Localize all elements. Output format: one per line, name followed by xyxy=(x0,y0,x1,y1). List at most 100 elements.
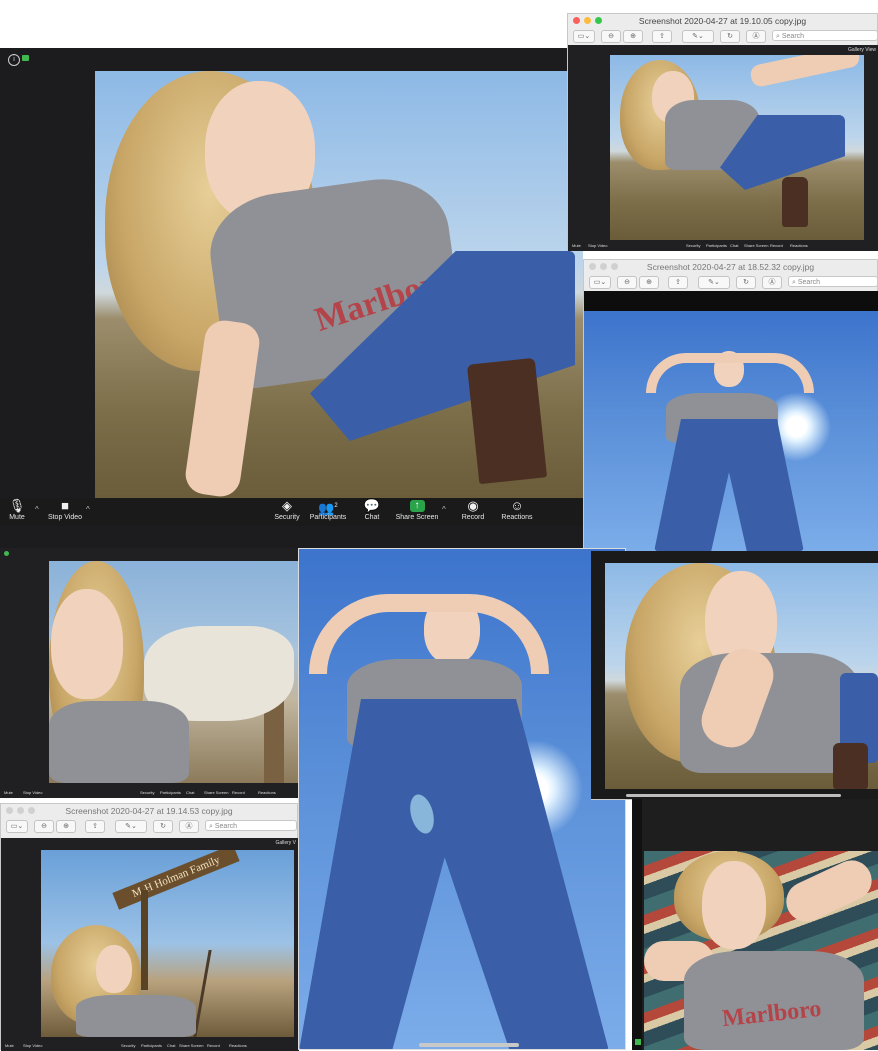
sign-post xyxy=(141,890,148,990)
mute-button[interactable]: 🎙 Mute xyxy=(6,498,28,521)
participants-button[interactable]: Participants xyxy=(160,790,181,795)
zoom-in-button[interactable]: ⊕ xyxy=(623,30,643,43)
zoom-window-skull: Mute Stop Video Security Participants Ch… xyxy=(0,548,298,798)
share-screen-button[interactable]: Share Screen xyxy=(204,790,228,795)
boot xyxy=(466,357,548,485)
security-button[interactable]: Security xyxy=(121,1043,135,1048)
annotate-button[interactable]: Ⓐ xyxy=(179,820,199,833)
chat-button[interactable]: Chat xyxy=(730,243,738,248)
stop-video-button[interactable]: ■ Stop Video xyxy=(46,498,84,521)
dead-tree xyxy=(193,950,282,1037)
sidebar-toggle-button[interactable]: ▭⌄ xyxy=(6,820,28,833)
mute-button[interactable]: Mute xyxy=(572,243,581,248)
stop-video-button[interactable]: Stop Video xyxy=(588,243,608,248)
chat-button[interactable]: 💬 Chat xyxy=(360,498,384,521)
jeans xyxy=(299,699,609,1049)
shield-icon: ◈ xyxy=(282,498,292,513)
stop-video-button[interactable]: Stop Video xyxy=(23,1043,43,1048)
microphone-icon: 🎙 xyxy=(8,498,26,513)
security-button[interactable]: ◈ Security xyxy=(272,498,302,521)
participants-button[interactable]: Participants xyxy=(141,1043,162,1048)
participants-button[interactable]: 👥2 Participants xyxy=(307,498,349,521)
share-button[interactable]: ⇪ xyxy=(652,30,672,43)
main-zoom-toolbar: 🎙 Mute ^ ■ Stop Video ^ ◈ Security 👥2 Partic… xyxy=(0,498,583,526)
search-input[interactable]: ⌕ Search xyxy=(205,820,297,831)
stop-video-button[interactable]: Stop Video xyxy=(23,790,43,795)
sidebar-strip xyxy=(632,799,642,1050)
skull-video-feed xyxy=(49,561,298,783)
share-screen-button[interactable]: Share Screen xyxy=(179,1043,203,1048)
mute-options-chevron-icon[interactable]: ^ xyxy=(35,505,39,514)
window-title: Screenshot 2020-04-27 at 18.52.32 copy.j… xyxy=(646,262,815,272)
ranch-sign: M-H Holman Family xyxy=(112,850,240,910)
face xyxy=(702,861,766,949)
arms xyxy=(646,353,814,393)
sky-photo xyxy=(584,311,878,552)
reactions-button[interactable]: Reactions xyxy=(258,790,276,795)
arm xyxy=(779,853,878,929)
rotate-button[interactable]: ↻ xyxy=(153,820,173,833)
share-button[interactable]: ⇪ xyxy=(668,276,688,289)
boot xyxy=(833,743,868,789)
markup-pen-button[interactable]: ✎⌄ xyxy=(682,30,714,43)
annotate-button[interactable]: Ⓐ xyxy=(746,30,766,43)
rotate-button[interactable]: ↻ xyxy=(720,30,740,43)
share-screen-button[interactable]: ↑ Share Screen xyxy=(394,498,440,521)
participants-button[interactable]: Participants xyxy=(706,243,727,248)
chat-button[interactable]: Chat xyxy=(167,1043,175,1048)
embedded-zoom-toolbar: Mute Stop Video Security Participants Ch… xyxy=(568,240,878,251)
video-options-chevron-icon[interactable]: ^ xyxy=(86,505,90,514)
face xyxy=(96,945,132,993)
share-button[interactable]: ⇪ xyxy=(85,820,105,833)
zoom-in-button[interactable]: ⊕ xyxy=(56,820,76,833)
record-button[interactable]: ◉ Record xyxy=(460,498,486,521)
sidebar-toggle-button[interactable]: ▭⌄ xyxy=(589,276,611,289)
zoom-out-button[interactable]: ⊖ xyxy=(617,276,637,289)
record-button[interactable]: Record xyxy=(207,1043,220,1048)
scrollbar[interactable] xyxy=(419,1043,519,1047)
search-input[interactable]: ⌕ Search xyxy=(788,276,878,287)
security-button[interactable]: Security xyxy=(686,243,700,248)
center-sky-photo xyxy=(298,548,626,1050)
hand-video-feed xyxy=(605,563,878,789)
record-button[interactable]: Record xyxy=(232,790,245,795)
face xyxy=(51,589,123,699)
record-button[interactable]: Record xyxy=(770,243,783,248)
security-button[interactable]: Security xyxy=(140,790,154,795)
embedded-zoom-window xyxy=(584,291,878,311)
scrollbar[interactable] xyxy=(626,794,841,797)
preview-window-3: Screenshot 2020-04-27 at 19.14.53 copy.j… xyxy=(0,803,299,1051)
gallery-view-label[interactable]: Gallery V xyxy=(275,840,296,846)
record-icon: ◉ xyxy=(467,498,479,513)
reactions-button[interactable]: Reactions xyxy=(229,1043,247,1048)
shirt xyxy=(76,995,196,1037)
markup-pen-button[interactable]: ✎⌄ xyxy=(115,820,147,833)
info-icon[interactable]: i xyxy=(8,54,20,66)
main-video-feed: Marlboro xyxy=(95,71,583,498)
gallery-view-label[interactable]: Gallery View xyxy=(848,47,876,53)
sidebar-toggle-button[interactable]: ▭⌄ xyxy=(573,30,595,43)
search-input[interactable]: ⌕ Search xyxy=(772,30,878,41)
lock-icon xyxy=(22,55,29,61)
preview-window-2: Screenshot 2020-04-27 at 18.52.32 copy.j… xyxy=(583,259,878,552)
share-screen-button[interactable]: Share Screen xyxy=(744,243,768,248)
mute-button[interactable]: Mute xyxy=(4,790,13,795)
share-options-chevron-icon[interactable]: ^ xyxy=(442,505,446,514)
reactions-button[interactable]: ☺ Reactions xyxy=(500,498,534,521)
zoom-out-button[interactable]: ⊖ xyxy=(601,30,621,43)
zoom-out-button[interactable]: ⊖ xyxy=(34,820,54,833)
markup-pen-button[interactable]: ✎⌄ xyxy=(698,276,730,289)
share-arrow-icon: ↑ xyxy=(409,500,425,512)
rotate-button[interactable]: ↻ xyxy=(736,276,756,289)
chat-button[interactable]: Chat xyxy=(186,790,194,795)
chat-bubble-icon: 💬 xyxy=(363,498,381,513)
preview-window-1: Screenshot 2020-04-27 at 19.10.05 copy.j… xyxy=(567,13,878,251)
annotate-button[interactable]: Ⓐ xyxy=(762,276,782,289)
mute-button[interactable]: Mute xyxy=(5,1043,14,1048)
zoom-window-hand xyxy=(591,551,878,800)
reactions-button[interactable]: Reactions xyxy=(790,243,808,248)
zoom-window-blanket: Marlboro xyxy=(632,799,878,1050)
status-dot-icon xyxy=(635,1039,641,1045)
window-title: Screenshot 2020-04-27 at 19.14.53 copy.j… xyxy=(65,806,233,816)
zoom-in-button[interactable]: ⊕ xyxy=(639,276,659,289)
